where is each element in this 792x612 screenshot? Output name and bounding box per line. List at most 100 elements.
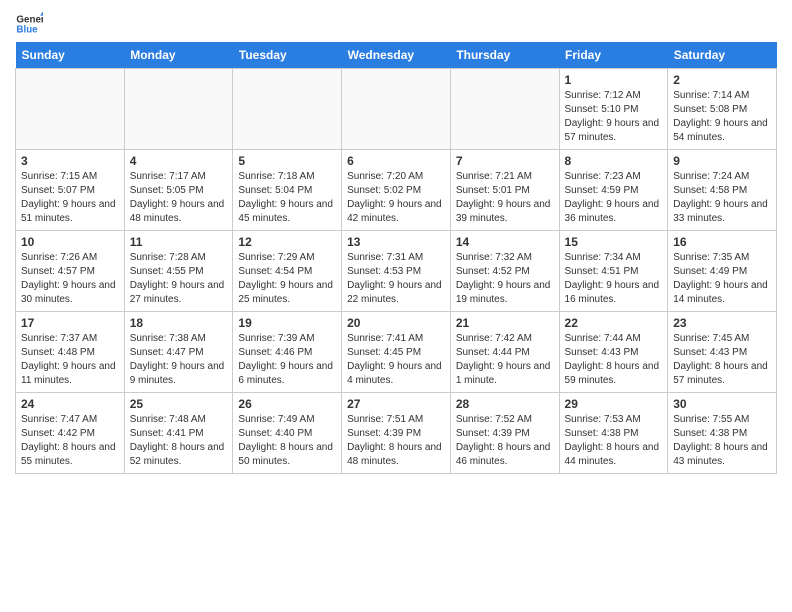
calendar-cell: [16, 69, 125, 150]
day-info: Sunrise: 7:21 AM Sunset: 5:01 PM Dayligh…: [456, 170, 554, 226]
calendar-cell: 7 Sunrise: 7:21 AM Sunset: 5:01 PM Daylig…: [450, 150, 559, 231]
day-number: 11: [130, 235, 228, 249]
calendar-cell: 24 Sunrise: 7:47 AM Sunset: 4:42 PM Dayli…: [16, 393, 125, 474]
svg-text:Blue: Blue: [16, 24, 38, 35]
day-number: 9: [673, 154, 771, 168]
logo-icon: General Blue: [15, 10, 43, 38]
calendar-cell: 20 Sunrise: 7:41 AM Sunset: 4:45 PM Dayli…: [342, 312, 451, 393]
day-info: Sunrise: 7:20 AM Sunset: 5:02 PM Dayligh…: [347, 170, 445, 226]
day-info: Sunrise: 7:44 AM Sunset: 4:43 PM Dayligh…: [565, 332, 663, 388]
calendar-cell: 1 Sunrise: 7:12 AM Sunset: 5:10 PM Daylig…: [559, 69, 668, 150]
calendar-cell: 4 Sunrise: 7:17 AM Sunset: 5:05 PM Daylig…: [124, 150, 233, 231]
calendar-cell: 23 Sunrise: 7:45 AM Sunset: 4:43 PM Dayli…: [668, 312, 777, 393]
day-number: 5: [238, 154, 336, 168]
day-number: 1: [565, 73, 663, 87]
day-number: 7: [456, 154, 554, 168]
calendar-cell: 21 Sunrise: 7:42 AM Sunset: 4:44 PM Dayli…: [450, 312, 559, 393]
day-number: 26: [238, 397, 336, 411]
calendar-cell: 26Sunrise: 7:49 AM Sunset: 4:40 PM Dayli…: [233, 393, 342, 474]
day-info: Sunrise: 7:28 AM Sunset: 4:55 PM Dayligh…: [130, 251, 228, 307]
weekday-header-wednesday: Wednesday: [342, 42, 451, 69]
calendar-cell: 15 Sunrise: 7:34 AM Sunset: 4:51 PM Dayli…: [559, 231, 668, 312]
day-number: 2: [673, 73, 771, 87]
calendar-cell: 9 Sunrise: 7:24 AM Sunset: 4:58 PM Daylig…: [668, 150, 777, 231]
day-number: 30: [673, 397, 771, 411]
day-number: 21: [456, 316, 554, 330]
calendar-cell: 19 Sunrise: 7:39 AM Sunset: 4:46 PM Dayli…: [233, 312, 342, 393]
weekday-header-saturday: Saturday: [668, 42, 777, 69]
day-info: Sunrise: 7:45 AM Sunset: 4:43 PM Dayligh…: [673, 332, 771, 388]
day-info: Sunrise: 7:17 AM Sunset: 5:05 PM Dayligh…: [130, 170, 228, 226]
day-info: Sunrise: 7:29 AM Sunset: 4:54 PM Dayligh…: [238, 251, 336, 307]
day-number: 17: [21, 316, 119, 330]
calendar-cell: 18 Sunrise: 7:38 AM Sunset: 4:47 PM Dayli…: [124, 312, 233, 393]
calendar-cell: 8Sunrise: 7:23 AM Sunset: 4:59 PM Daylig…: [559, 150, 668, 231]
calendar-cell: 12 Sunrise: 7:29 AM Sunset: 4:54 PM Dayli…: [233, 231, 342, 312]
calendar-week-4: 17 Sunrise: 7:37 AM Sunset: 4:48 PM Dayli…: [16, 312, 777, 393]
day-number: 24: [21, 397, 119, 411]
calendar-cell: 6Sunrise: 7:20 AM Sunset: 5:02 PM Daylig…: [342, 150, 451, 231]
day-info: Sunrise: 7:18 AM Sunset: 5:04 PM Dayligh…: [238, 170, 336, 226]
calendar-table: SundayMondayTuesdayWednesdayThursdayFrid…: [15, 42, 777, 474]
day-number: 27: [347, 397, 445, 411]
calendar-cell: 16 Sunrise: 7:35 AM Sunset: 4:49 PM Dayli…: [668, 231, 777, 312]
calendar-cell: 25 Sunrise: 7:48 AM Sunset: 4:41 PM Dayli…: [124, 393, 233, 474]
day-number: 14: [456, 235, 554, 249]
calendar-week-2: 3 Sunrise: 7:15 AM Sunset: 5:07 PM Daylig…: [16, 150, 777, 231]
day-info: Sunrise: 7:23 AM Sunset: 4:59 PM Dayligh…: [565, 170, 663, 226]
calendar-week-1: 1 Sunrise: 7:12 AM Sunset: 5:10 PM Daylig…: [16, 69, 777, 150]
day-number: 3: [21, 154, 119, 168]
day-number: 20: [347, 316, 445, 330]
day-number: 19: [238, 316, 336, 330]
calendar-cell: [124, 69, 233, 150]
calendar-cell: 30 Sunrise: 7:55 AM Sunset: 4:38 PM Dayli…: [668, 393, 777, 474]
day-info: Sunrise: 7:51 AM Sunset: 4:39 PM Dayligh…: [347, 413, 445, 469]
calendar-cell: 5 Sunrise: 7:18 AM Sunset: 5:04 PM Daylig…: [233, 150, 342, 231]
day-info: Sunrise: 7:38 AM Sunset: 4:47 PM Dayligh…: [130, 332, 228, 388]
calendar-cell: 3 Sunrise: 7:15 AM Sunset: 5:07 PM Daylig…: [16, 150, 125, 231]
day-number: 23: [673, 316, 771, 330]
calendar-cell: 14 Sunrise: 7:32 AM Sunset: 4:52 PM Dayli…: [450, 231, 559, 312]
calendar-cell: [450, 69, 559, 150]
logo: General Blue: [15, 10, 47, 38]
day-number: 16: [673, 235, 771, 249]
calendar-cell: 13Sunrise: 7:31 AM Sunset: 4:53 PM Dayli…: [342, 231, 451, 312]
day-number: 28: [456, 397, 554, 411]
weekday-header-friday: Friday: [559, 42, 668, 69]
calendar-cell: 11 Sunrise: 7:28 AM Sunset: 4:55 PM Dayli…: [124, 231, 233, 312]
day-info: Sunrise: 7:15 AM Sunset: 5:07 PM Dayligh…: [21, 170, 119, 226]
day-info: Sunrise: 7:48 AM Sunset: 4:41 PM Dayligh…: [130, 413, 228, 469]
calendar-cell: [233, 69, 342, 150]
day-number: 10: [21, 235, 119, 249]
day-number: 13: [347, 235, 445, 249]
day-info: Sunrise: 7:35 AM Sunset: 4:49 PM Dayligh…: [673, 251, 771, 307]
weekday-header-tuesday: Tuesday: [233, 42, 342, 69]
day-info: Sunrise: 7:42 AM Sunset: 4:44 PM Dayligh…: [456, 332, 554, 388]
day-info: Sunrise: 7:53 AM Sunset: 4:38 PM Dayligh…: [565, 413, 663, 469]
calendar-cell: 10Sunrise: 7:26 AM Sunset: 4:57 PM Dayli…: [16, 231, 125, 312]
day-info: Sunrise: 7:52 AM Sunset: 4:39 PM Dayligh…: [456, 413, 554, 469]
calendar-cell: [342, 69, 451, 150]
weekday-header-sunday: Sunday: [16, 42, 125, 69]
day-info: Sunrise: 7:41 AM Sunset: 4:45 PM Dayligh…: [347, 332, 445, 388]
day-info: Sunrise: 7:39 AM Sunset: 4:46 PM Dayligh…: [238, 332, 336, 388]
day-number: 25: [130, 397, 228, 411]
day-info: Sunrise: 7:32 AM Sunset: 4:52 PM Dayligh…: [456, 251, 554, 307]
calendar-week-5: 24 Sunrise: 7:47 AM Sunset: 4:42 PM Dayli…: [16, 393, 777, 474]
day-info: Sunrise: 7:12 AM Sunset: 5:10 PM Dayligh…: [565, 89, 663, 145]
day-number: 12: [238, 235, 336, 249]
calendar-header: SundayMondayTuesdayWednesdayThursdayFrid…: [16, 42, 777, 69]
day-info: Sunrise: 7:37 AM Sunset: 4:48 PM Dayligh…: [21, 332, 119, 388]
calendar-cell: 27 Sunrise: 7:51 AM Sunset: 4:39 PM Dayli…: [342, 393, 451, 474]
day-number: 18: [130, 316, 228, 330]
day-info: Sunrise: 7:55 AM Sunset: 4:38 PM Dayligh…: [673, 413, 771, 469]
day-number: 15: [565, 235, 663, 249]
day-number: 22: [565, 316, 663, 330]
day-number: 29: [565, 397, 663, 411]
day-info: Sunrise: 7:47 AM Sunset: 4:42 PM Dayligh…: [21, 413, 119, 469]
calendar-cell: 28 Sunrise: 7:52 AM Sunset: 4:39 PM Dayli…: [450, 393, 559, 474]
calendar-cell: 2Sunrise: 7:14 AM Sunset: 5:08 PM Daylig…: [668, 69, 777, 150]
day-info: Sunrise: 7:24 AM Sunset: 4:58 PM Dayligh…: [673, 170, 771, 226]
day-info: Sunrise: 7:34 AM Sunset: 4:51 PM Dayligh…: [565, 251, 663, 307]
day-number: 4: [130, 154, 228, 168]
